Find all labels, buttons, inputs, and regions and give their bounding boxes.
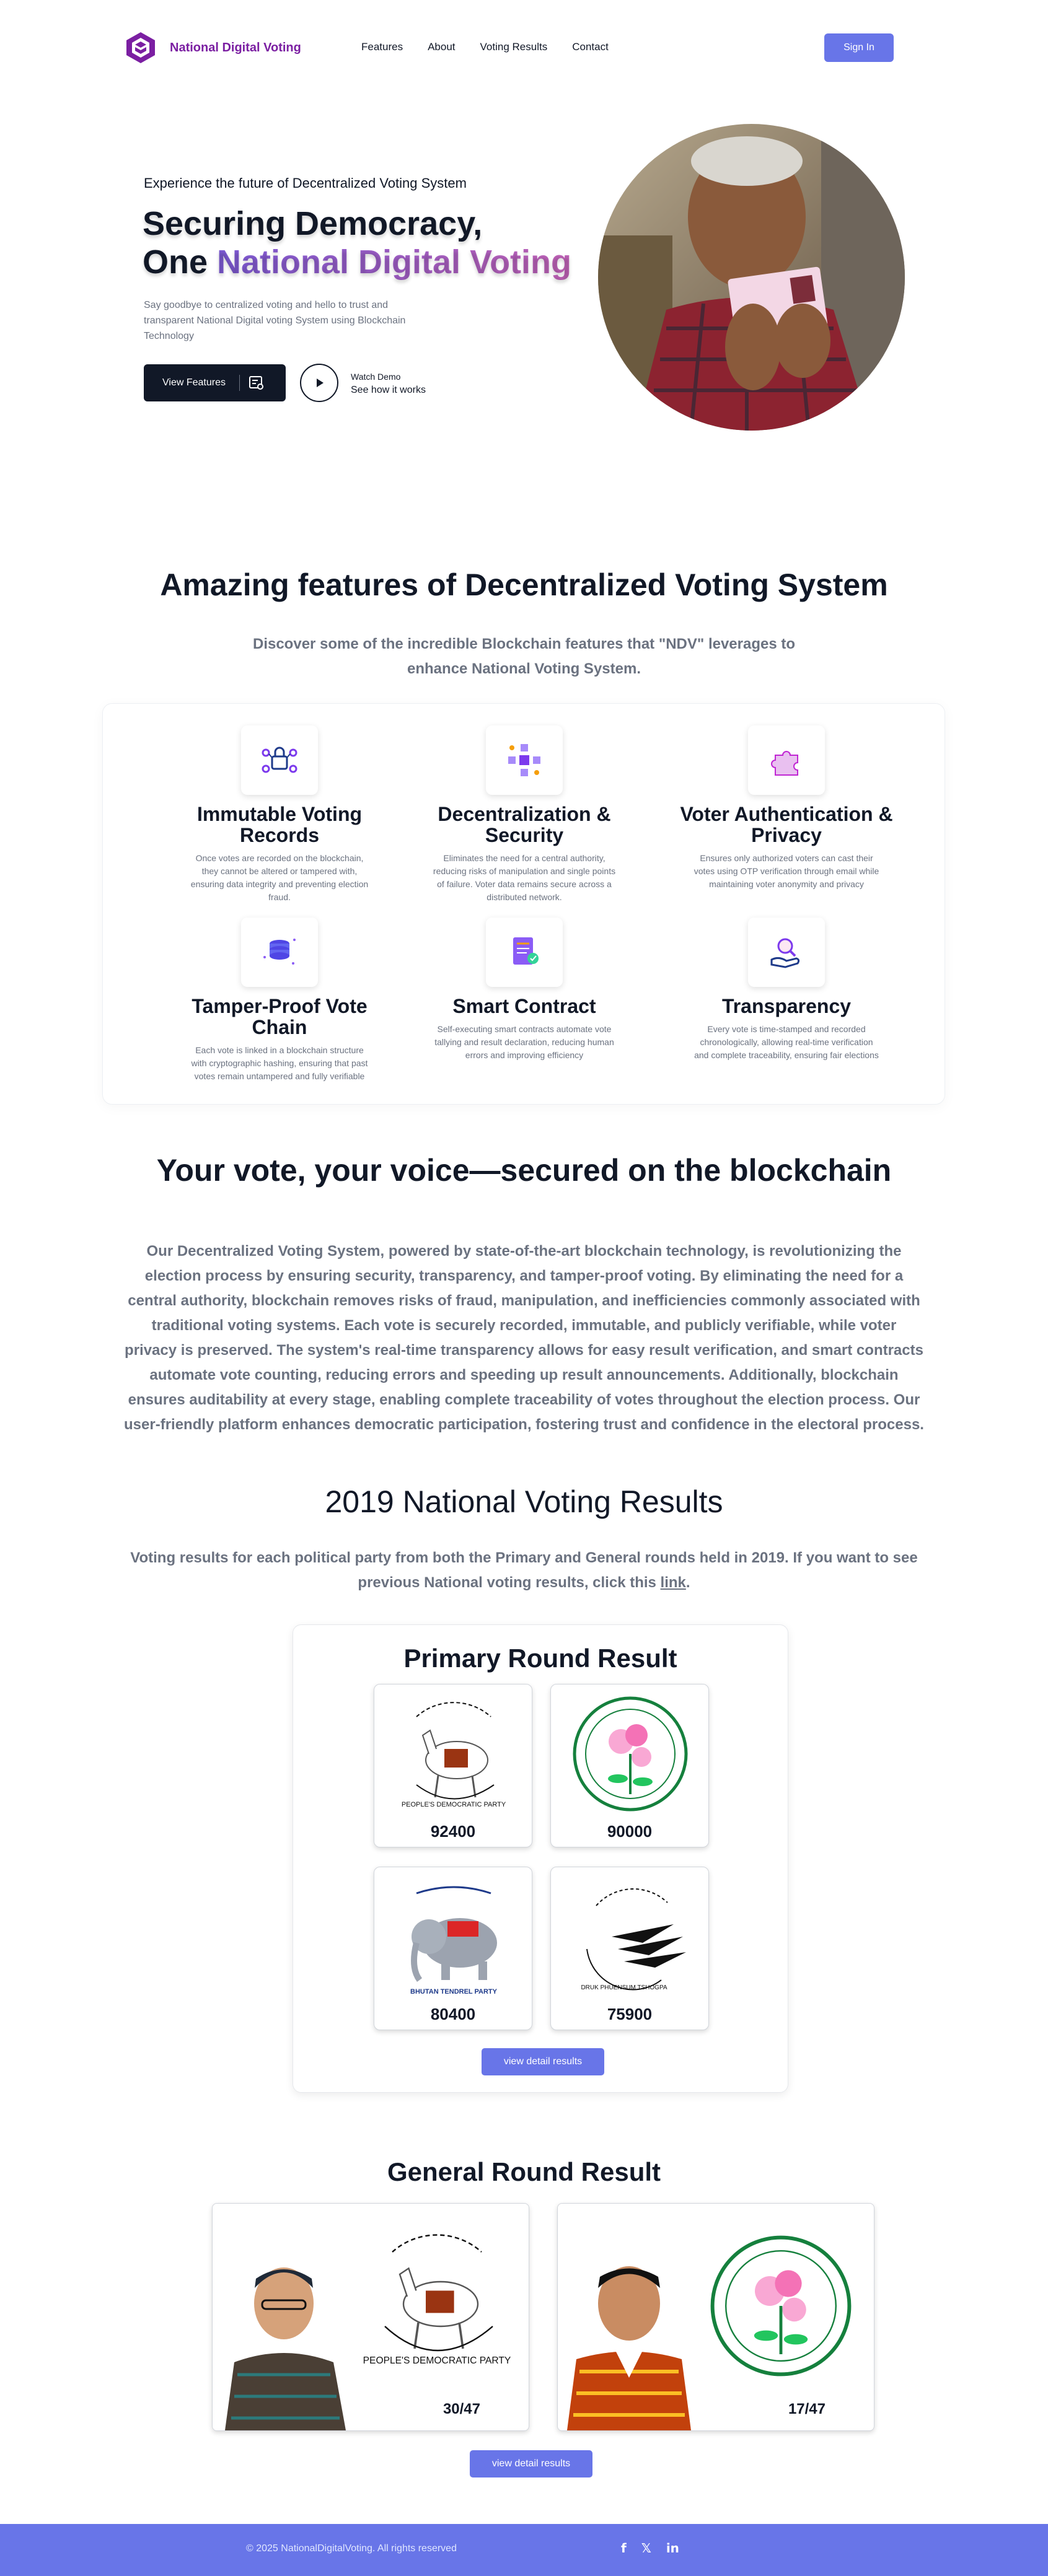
flower-emblem-icon (573, 1696, 688, 1812)
party-vote-count: 90000 (607, 1822, 653, 1841)
horse-emblem-icon: PEOPLE'S DEMOCRATIC PARTY (363, 2234, 511, 2366)
hero-title-line2-plain: One (143, 243, 218, 281)
hand-magnifier-icon (748, 918, 825, 987)
puzzle-icon (748, 725, 825, 795)
seat-count: 30/47 (443, 2401, 480, 2417)
button-divider (239, 375, 240, 391)
hexagon-logo-icon (126, 32, 155, 63)
svg-text:BHUTAN TENDREL PARTY: BHUTAN TENDREL PARTY (410, 1988, 498, 1996)
party-card-pdp: PEOPLE'S DEMOCRATIC PARTY 92400 (374, 1684, 532, 1847)
birds-emblem-icon: DRUK PHUENSUM TSHOGPA (581, 1888, 686, 1991)
feature-name: Immutable Voting Records (196, 803, 363, 846)
feature-name: Tamper-Proof Vote Chain (192, 995, 368, 1038)
feature-desc: Eliminates the need for a central author… (433, 853, 616, 902)
feature-tamper-proof: Tamper-Proof Vote Chain Each vote is lin… (162, 918, 397, 1083)
general-card-dnt: 17/47 (557, 2203, 874, 2431)
copyright-text: © 2025 NationalDigitalVoting. All rights… (246, 2543, 457, 2554)
nav-links: Features About Voting Results Contact (361, 41, 633, 53)
feature-smart-contract: Smart Contract Self-executing smart cont… (407, 918, 642, 1062)
features-card: Immutable Voting Records Once votes are … (102, 703, 945, 1105)
candidate-photo (213, 2245, 355, 2430)
feature-desc: Self-executing smart contracts automate … (434, 1024, 614, 1060)
brand-logo[interactable]: National Digital Voting (124, 31, 301, 64)
feature-desc: Ensures only authorized voters can cast … (694, 853, 879, 889)
feature-desc: Every vote is time-stamped and recorded … (694, 1024, 879, 1060)
voice-text: Our Decentralized Voting System, powered… (124, 1243, 924, 1433)
general-detail-button[interactable]: view detail results (470, 2450, 592, 2477)
feature-authentication: Voter Authentication & Privacy Ensures o… (669, 725, 904, 891)
elephant-emblem-icon: BHUTAN TENDREL PARTY (410, 1886, 498, 1996)
watch-demo-button[interactable] (300, 364, 338, 402)
voice-title: Your vote, your voice—secured on the blo… (156, 1153, 892, 1188)
general-card-pdp: PEOPLE'S DEMOCRATIC PARTY 30/47 (212, 2203, 529, 2431)
party-vote-count: 75900 (607, 2005, 653, 2023)
hero-eyebrow: Experience the future of Decentralized V… (144, 175, 467, 191)
svg-text:DRUK PHUENSUM TSHOGPA: DRUK PHUENSUM TSHOGPA (581, 1984, 667, 1991)
feature-immutable-records: Immutable Voting Records Once votes are … (162, 725, 397, 904)
feature-decentralization: Decentralization & Security Eliminates t… (407, 725, 642, 904)
feature-name: Transparency (721, 995, 852, 1017)
social-links: f 𝕏 in (621, 2541, 679, 2556)
network-nodes-icon (486, 725, 563, 795)
sign-in-button[interactable]: Sign In (824, 33, 894, 62)
party-vote-count: 80400 (430, 2005, 476, 2023)
hero-voter-photo (598, 124, 905, 431)
twitter-icon[interactable]: 𝕏 (641, 2541, 651, 2556)
hero-subtitle: Say goodbye to centralized voting and he… (144, 300, 406, 341)
facebook-icon[interactable]: f (621, 2541, 627, 2556)
primary-round-heading: Primary Round Result (403, 1644, 677, 1673)
results-title: 2019 National Voting Results (325, 1484, 723, 1519)
party-card-btp: BHUTAN TENDREL PARTY 80400 (374, 1867, 532, 2030)
navbar: National Digital Voting Features About V… (0, 0, 1048, 93)
horse-emblem-icon: PEOPLE'S DEMOCRATIC PARTY (402, 1702, 506, 1808)
primary-detail-button[interactable]: view detail results (482, 2048, 604, 2075)
hero-title: Securing Democracy, One National Digital… (143, 204, 571, 281)
feature-name: Smart Contract (452, 995, 596, 1017)
lock-chain-icon (241, 725, 318, 795)
play-icon (317, 379, 324, 387)
nav-link-contact[interactable]: Contact (572, 41, 609, 53)
party-card-dpt: DRUK PHUENSUM TSHOGPA 75900 (550, 1867, 709, 2030)
feature-name: Voter Authentication & Privacy (680, 803, 893, 846)
footer: © 2025 NationalDigitalVoting. All rights… (0, 2524, 1048, 2576)
voice-section: Your vote, your voice—secured on the blo… (0, 1140, 1048, 1512)
general-round-heading: General Round Result (387, 2157, 661, 2186)
results-subtitle: Voting results for each political party … (124, 1546, 924, 1595)
svg-text:PEOPLE'S DEMOCRATIC PARTY: PEOPLE'S DEMOCRATIC PARTY (363, 2355, 511, 2366)
nav-link-features[interactable]: Features (361, 41, 403, 53)
contract-document-icon (486, 918, 563, 987)
hero-title-highlight: National Digital Voting (217, 243, 572, 281)
primary-round-card: Primary Round Result PEOPLE'S DEMOCRATIC… (293, 1624, 788, 2093)
features-title: Amazing features of Decentralized Voting… (160, 567, 888, 602)
candidate-photo (558, 2245, 700, 2430)
feature-transparency: Transparency Every vote is time-stamped … (669, 918, 904, 1062)
view-features-label: View Features (162, 377, 226, 388)
feature-list-icon (249, 376, 263, 390)
party-card-dnt: 90000 (550, 1684, 709, 1847)
results-section: 2019 National Voting Results Voting resu… (0, 1484, 1048, 2524)
nav-link-about[interactable]: About (428, 41, 455, 53)
database-stack-icon (241, 918, 318, 987)
features-subtitle: Discover some of the incredible Blockcha… (252, 636, 796, 677)
watch-demo-label[interactable]: Watch Demo (351, 372, 400, 382)
previous-results-link[interactable]: link (661, 1574, 686, 1591)
party-vote-count: 92400 (430, 1822, 476, 1841)
features-section: Amazing features of Decentralized Voting… (0, 496, 1048, 1140)
hero-title-line1: Securing Democracy, (143, 205, 483, 242)
hero-section: Experience the future of Decentralized V… (0, 93, 1048, 496)
flower-emblem-icon (710, 2235, 852, 2377)
svg-text:PEOPLE'S DEMOCRATIC PARTY: PEOPLE'S DEMOCRATIC PARTY (402, 1801, 506, 1808)
feature-desc: Once votes are recorded on the blockchai… (190, 853, 369, 902)
brand-name: National Digital Voting (170, 40, 301, 55)
feature-desc: Each vote is linked in a blockchain stru… (191, 1045, 368, 1081)
feature-name: Decentralization & Security (438, 803, 611, 846)
linkedin-icon[interactable]: in (666, 2541, 679, 2556)
results-subtitle-text: Voting results for each political party … (130, 1549, 918, 1591)
watch-demo-sub[interactable]: See how it works (351, 385, 426, 396)
results-subtitle-end: . (685, 1574, 690, 1591)
view-features-button[interactable]: View Features (144, 364, 286, 401)
seat-count: 17/47 (788, 2401, 826, 2417)
nav-link-voting-results[interactable]: Voting Results (480, 41, 548, 53)
